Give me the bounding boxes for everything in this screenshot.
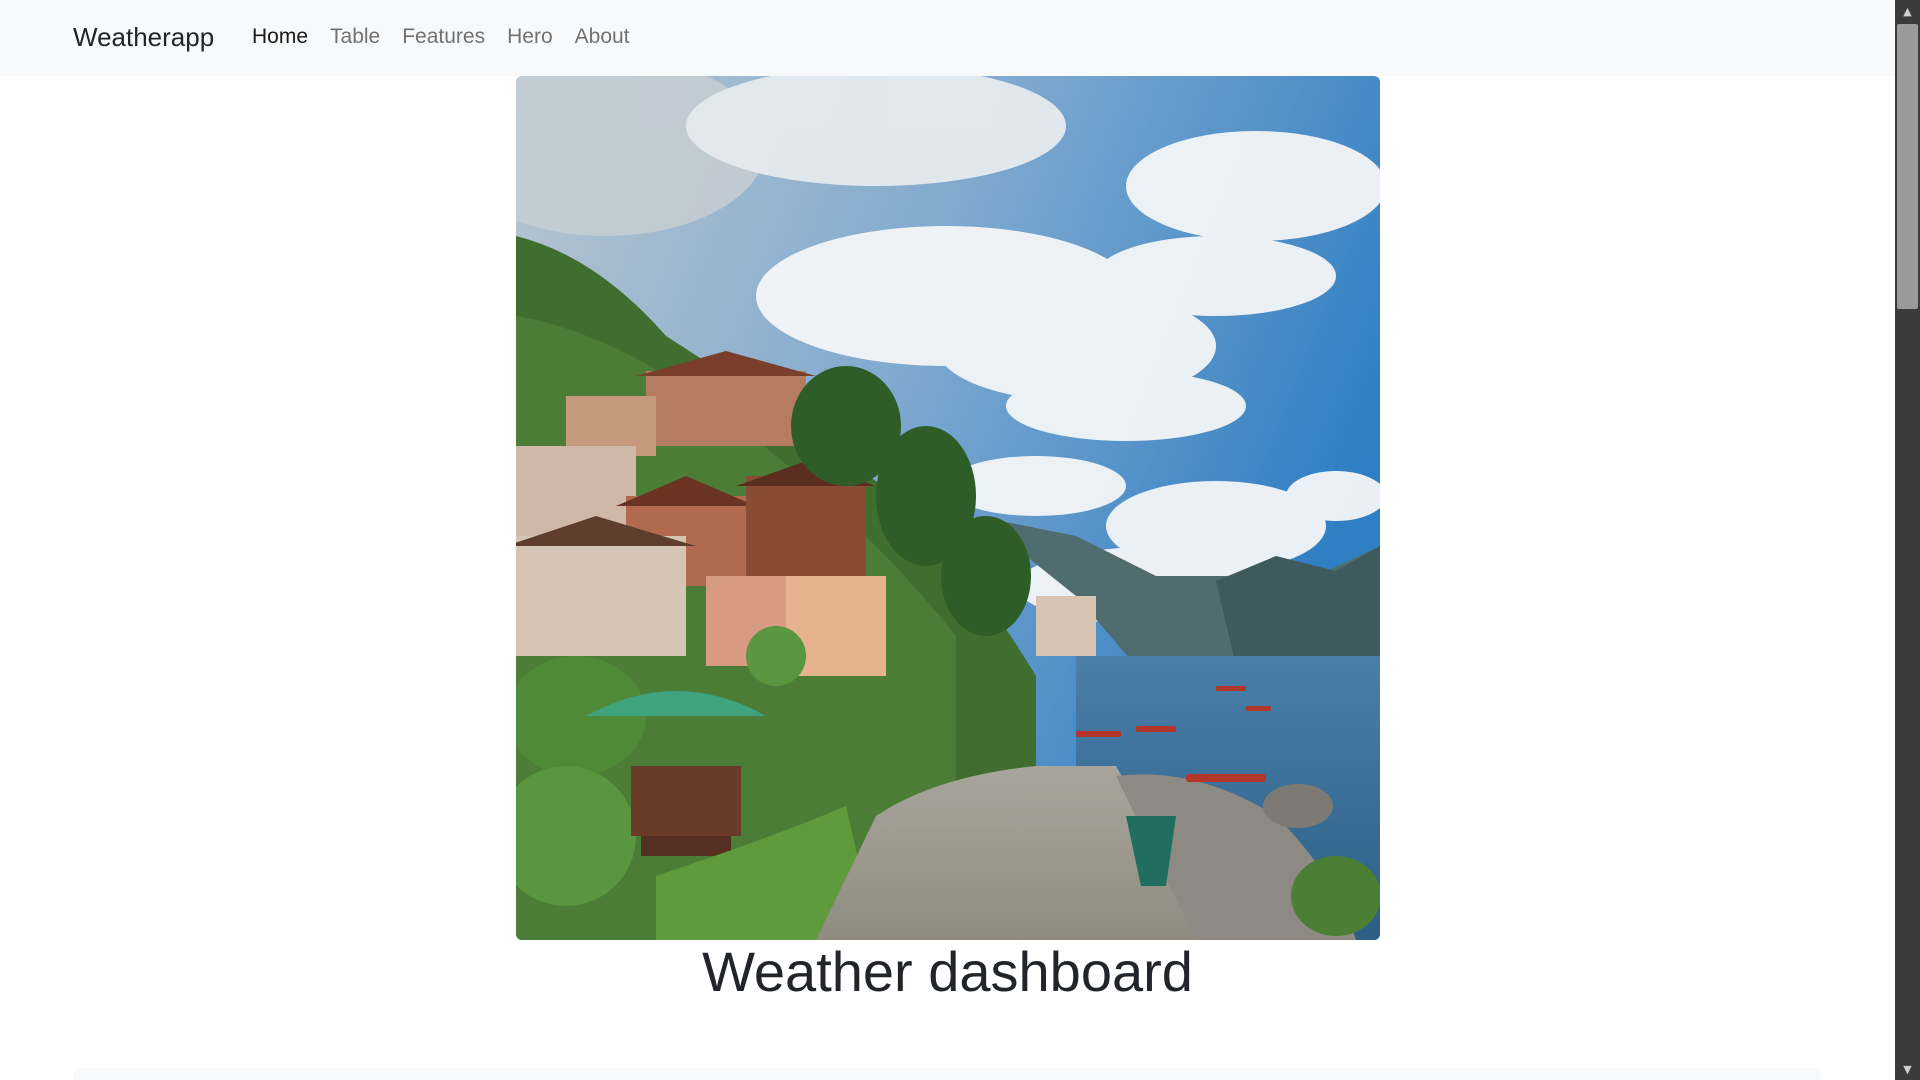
hero-image bbox=[516, 76, 1380, 940]
page-title: Weather dashboard bbox=[702, 940, 1193, 1003]
scroll-down-arrow-icon[interactable]: ▼ bbox=[1895, 1058, 1920, 1080]
brand-link[interactable]: Weatherapp bbox=[73, 20, 214, 54]
scroll-up-arrow-icon[interactable]: ▲ bbox=[1895, 0, 1920, 22]
nav-link-home[interactable]: Home bbox=[252, 24, 319, 50]
navbar: Weatherapp Home Table Features Hero Abou… bbox=[0, 0, 1895, 76]
nav-link-hero[interactable]: Hero bbox=[496, 24, 564, 50]
landscape-photo-icon bbox=[516, 76, 1380, 940]
nav-link-table[interactable]: Table bbox=[319, 24, 391, 50]
nav-link-about[interactable]: About bbox=[564, 24, 641, 50]
nav-link-features[interactable]: Features bbox=[391, 24, 496, 50]
scroll-thumb[interactable] bbox=[1897, 24, 1918, 309]
nav-links: Home Table Features Hero About bbox=[252, 24, 641, 50]
browser-viewport: Weatherapp Home Table Features Hero Abou… bbox=[0, 0, 1895, 1080]
content-panel bbox=[73, 1068, 1821, 1080]
vertical-scrollbar[interactable]: ▲ ▼ bbox=[1895, 0, 1920, 1080]
